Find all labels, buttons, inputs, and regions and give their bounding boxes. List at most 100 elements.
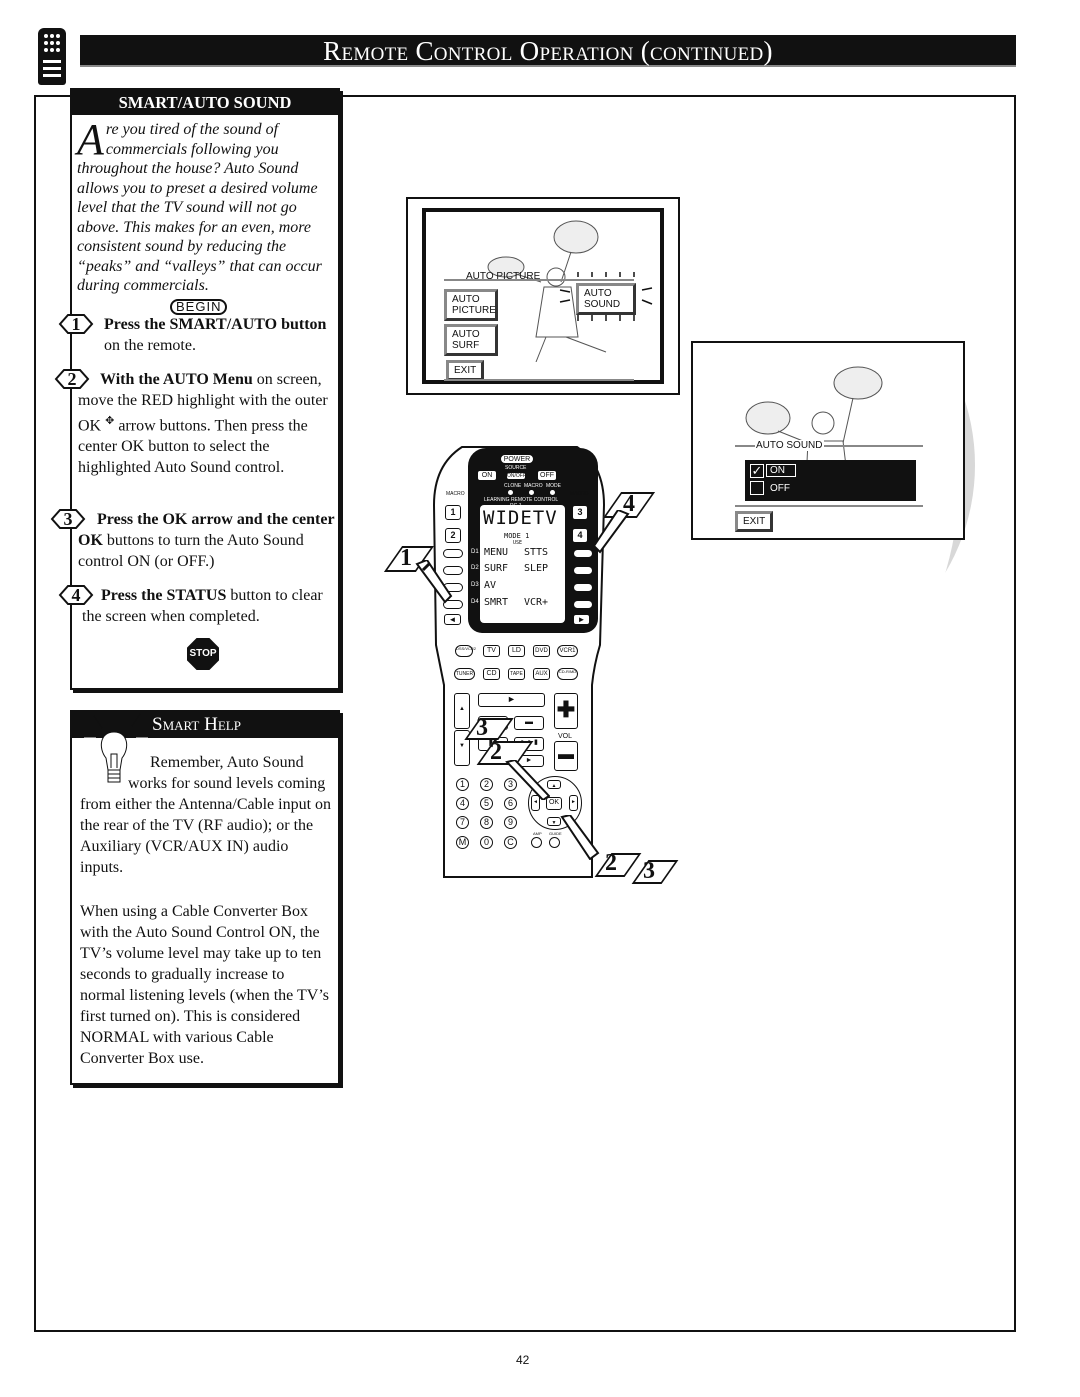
key-0[interactable]: 0 [480,836,493,849]
macro-label: MACRO [524,483,543,489]
vol-label: VOL [558,733,573,740]
step-2: 2 With the AUTO Menu on screen, move the… [54,369,336,478]
tuner-button[interactable]: TUNER [454,668,475,680]
source-onoff-button[interactable]: ON/OFF [506,472,526,480]
step-4: 4 Press the STATUS button to clear the s… [58,585,340,627]
step-bold: Press the STATUS [101,587,227,604]
on-option[interactable]: ON [766,464,796,477]
exit-button[interactable]: EXIT [735,511,774,532]
callout-3: 3 [476,715,488,741]
ld-button[interactable]: LD [508,645,525,657]
aux-button[interactable]: AUX [533,668,550,680]
auto-sound-options: ✓ ON OFF [745,460,916,501]
d1-button[interactable] [443,549,463,558]
macro-3-button[interactable]: 3 [572,505,588,520]
page-title: Remote Control Operation (continued) [80,35,1016,67]
d8-button[interactable] [573,600,593,609]
d6-button[interactable] [573,566,593,575]
ok-arrows-icon: ✥ [105,415,115,427]
lcd-menu[interactable]: MENU [484,547,508,558]
off-option[interactable]: OFF [770,483,790,494]
lcd-surf[interactable]: SURF [484,563,508,574]
page-left-button[interactable]: ◄ [444,614,461,625]
pointing-hand-icon [415,560,453,604]
key-5[interactable]: 5 [480,797,493,810]
step-3: 3 Press the OK arrow and the center OK b… [50,509,336,572]
d7-button[interactable] [573,583,593,592]
d6-label: D6 [556,565,564,571]
d2-label: D2 [471,565,479,571]
auto-surf-button[interactable]: AUTO SURF [444,324,498,356]
key-7[interactable]: 7 [456,816,469,829]
tv-screen-auto-picture-menu: AUTO PICTURE AUTO PICTURE AUTO SOUND AUTO S… [406,197,680,395]
callout-2b: 2 [605,850,617,876]
volume-up-button[interactable]: ✚ [554,693,578,729]
lcd-screen: WIDETV MODE 1 USE MENU SURF AV SMRT STTS… [480,505,565,623]
clone-button[interactable] [508,490,513,495]
d4-label: D4 [471,599,479,605]
intro-paragraph: Are you tired of the sound of commercial… [77,118,335,296]
pointing-hand-icon [505,760,550,800]
key-2[interactable]: 2 [480,778,493,791]
key-c[interactable]: C [504,836,517,849]
on-button[interactable]: ON [477,470,497,481]
step-number-diamond: 3 [50,508,86,530]
dss-vcr2-button[interactable]: DSS/VCR2 [455,645,476,657]
callout-1: 1 [400,545,412,571]
volume-down-button[interactable]: ▬ [554,741,578,771]
section-heading: SMART/AUTO SOUND [72,90,338,115]
lcd-vcr-plus[interactable]: VCR+ [524,597,548,608]
stop-button[interactable]: ▬ [514,716,544,730]
ok-right-button[interactable]: ► [569,795,578,811]
macro-4-button[interactable]: 4 [572,528,588,543]
d8-label: D8 [556,599,564,605]
on-checkbox[interactable]: ✓ [750,464,764,478]
dvd-button[interactable]: DVD [533,645,550,657]
key-m[interactable]: M [456,836,469,849]
auto-picture-button[interactable]: AUTO PICTURE [444,289,498,321]
d5-label: D5 [556,549,564,555]
tape-button[interactable]: TAPE [508,668,525,680]
ok-down-button[interactable]: ▼ [547,817,561,826]
play-button[interactable]: ► [478,693,545,707]
menu-title: AUTO SOUND [755,440,824,451]
smart-help-panel: Smart Help Remember, Auto Sound works fo… [70,710,340,1085]
begin-badge: BEGIN [170,299,228,315]
d1-label: D1 [471,549,479,555]
macro-2-button[interactable]: 2 [445,528,461,543]
tv-screen-auto-sound-menu: AUTO SOUND ✓ ON OFF EXIT [691,341,965,540]
key-8[interactable]: 8 [480,816,493,829]
lcd-smrt[interactable]: SMRT [484,597,508,608]
lcd-mode: MODE 1 [504,532,530,540]
tv-button[interactable]: TV [483,645,500,657]
remote-icon [38,28,66,85]
macro-button[interactable] [529,490,534,495]
key-9[interactable]: 9 [504,816,517,829]
lcd-av[interactable]: AV [484,580,496,591]
off-button[interactable]: OFF [537,470,557,481]
lcd-use: USE [513,540,523,546]
lcd-stts[interactable]: STTS [524,547,548,558]
key-1[interactable]: 1 [456,778,469,791]
menu-title: AUTO PICTURE [466,271,541,282]
macro-1-button[interactable]: 1 [445,505,461,520]
channel-up-button[interactable]: ▲ [454,693,470,729]
lcd-slep[interactable]: SLEP [524,563,548,574]
guide-button[interactable] [549,837,560,848]
cd-button[interactable]: CD [483,668,500,680]
page-right-button[interactable]: ► [573,614,590,625]
exit-button[interactable]: EXIT [446,360,485,381]
callout-2: 2 [490,739,502,765]
step-bold: Press the SMART/AUTO button [104,316,327,333]
mode-button[interactable] [550,490,555,495]
d7-label: D7 [556,582,564,588]
lcd-title: WIDETV [483,507,558,529]
source-label: SOURCE [505,465,527,471]
highlight-rays [559,272,653,321]
amp-button[interactable] [531,837,542,848]
key-4[interactable]: 4 [456,797,469,810]
cdr-md-button[interactable]: CD-R/MD [557,668,578,680]
vcr1-button[interactable]: VCR1 [557,645,578,657]
off-checkbox[interactable] [750,481,764,495]
d3-label: D3 [471,582,479,588]
